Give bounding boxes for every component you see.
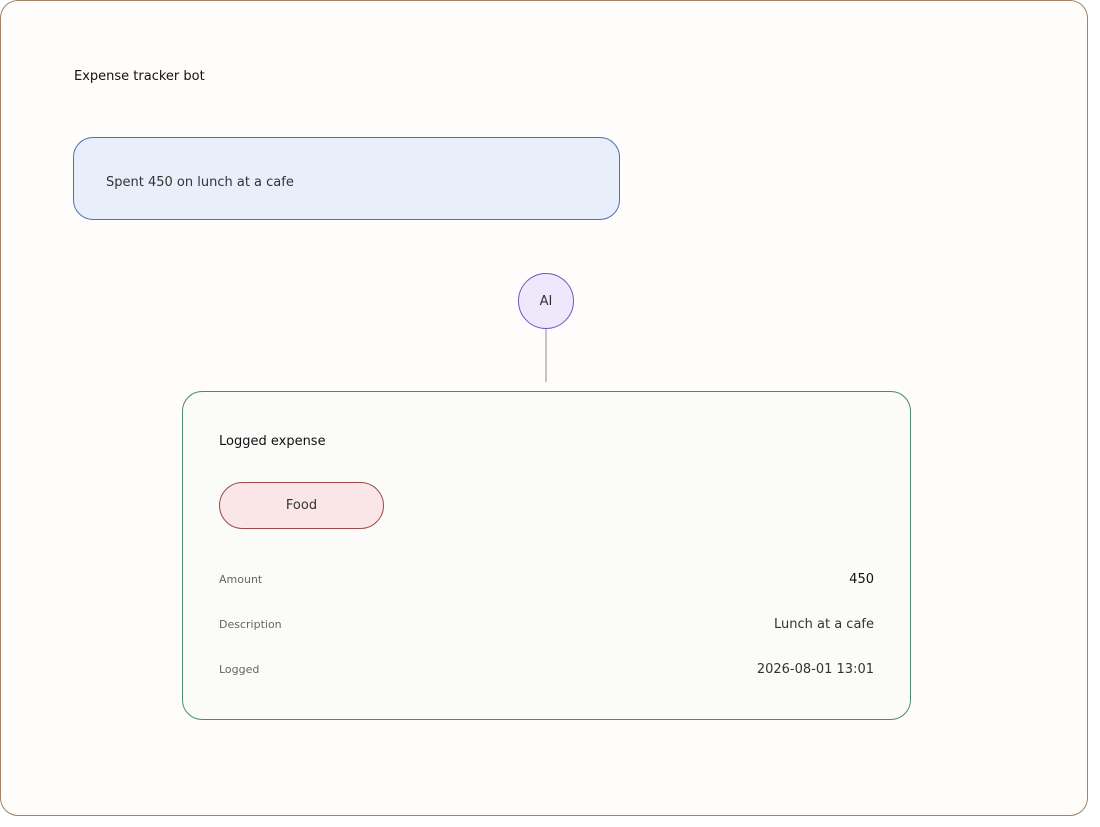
connector-line [545,329,547,382]
description-value: Lunch at a cafe [774,617,874,632]
ai-avatar-label: AI [539,293,553,309]
app-frame: Expense tracker bot Spent 450 on lunch a… [0,0,1088,816]
ai-avatar: AI [518,273,574,329]
description-row: Description Lunch at a cafe [219,617,874,632]
amount-label: Amount [219,573,263,586]
description-label: Description [219,618,282,631]
logged-expense-card: Logged expense Food Amount 450 Descripti… [182,391,911,720]
user-message-bubble: Spent 450 on lunch at a cafe [73,137,620,220]
page-title: Expense tracker bot [74,69,205,84]
category-badge: Food [219,482,384,529]
logged-value: 2026-08-01 13:01 [756,662,874,677]
amount-value: 450 [849,572,874,587]
logged-row: Logged 2026-08-01 13:01 [219,662,874,677]
user-message-text: Spent 450 on lunch at a cafe [106,175,294,190]
card-title: Logged expense [219,434,326,449]
category-label: Food [285,498,318,513]
logged-label: Logged [219,663,260,676]
amount-row: Amount 450 [219,572,874,587]
